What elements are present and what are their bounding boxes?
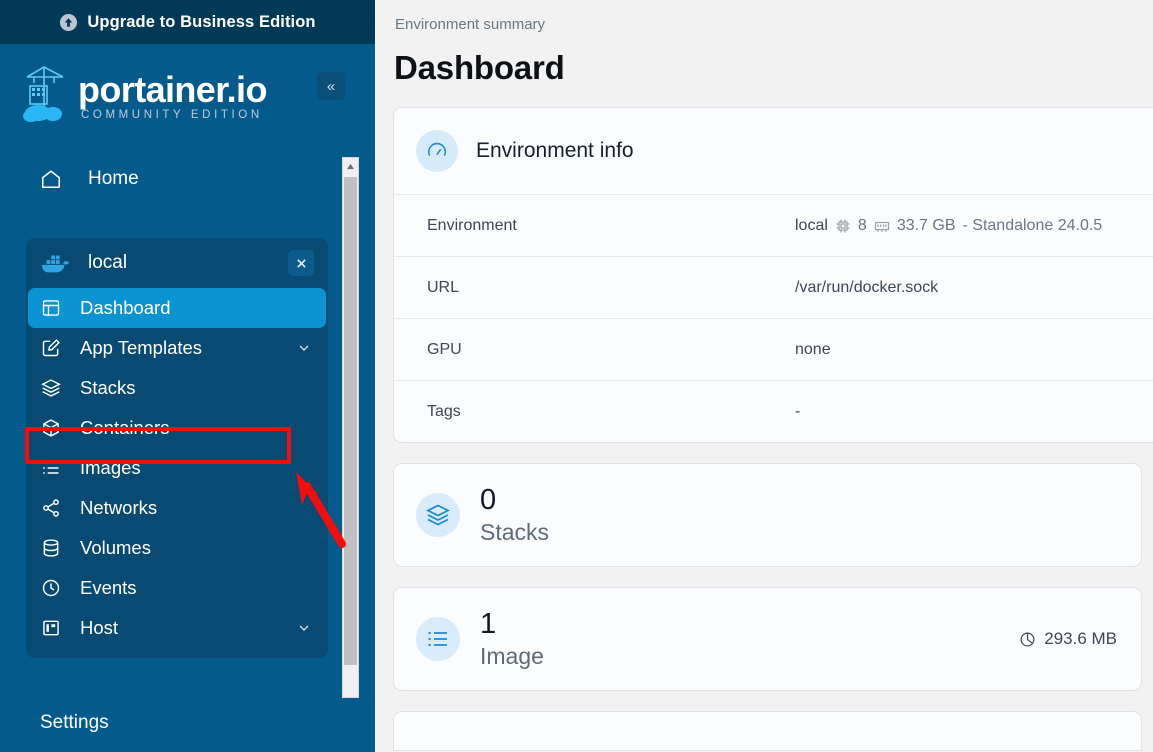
sidebar-item-host[interactable]: Host	[26, 608, 328, 648]
stat-card-images-size-value: 293.6 MB	[1044, 629, 1117, 649]
sidebar-item-events-label: Events	[80, 577, 328, 599]
scrollbar-thumb[interactable]	[344, 177, 357, 665]
dashboard-icon	[40, 297, 62, 319]
sidebar-item-app-templates-label: App Templates	[80, 337, 296, 359]
info-row-url: URL /var/run/docker.sock	[394, 256, 1153, 318]
list-icon	[416, 617, 460, 661]
stat-card-stacks-text: 0 Stacks	[480, 484, 1117, 547]
sidebar-item-networks-label: Networks	[80, 497, 328, 519]
info-value-environment: local 8 33.7 GB - Standalone 24.0.5	[795, 217, 1102, 235]
info-value-tags: -	[795, 403, 800, 421]
sidebar-item-containers-label: Containers	[80, 417, 328, 439]
environment-value: local	[795, 217, 828, 235]
brand-subtitle: COMMUNITY EDITION	[81, 109, 267, 121]
stat-card-partial-next[interactable]	[393, 711, 1142, 751]
edit-square-icon	[40, 337, 62, 359]
sidebar-item-events[interactable]: Events	[26, 568, 328, 608]
sidebar-item-host-label: Host	[80, 617, 296, 639]
environment-selector[interactable]: local	[26, 238, 328, 288]
info-label-environment: Environment	[427, 217, 795, 235]
sidebar-item-stacks[interactable]: Stacks	[26, 368, 328, 408]
page-title: Dashboard	[394, 49, 1153, 87]
server-icon	[40, 617, 62, 639]
ram-value: 33.7 GB	[897, 217, 956, 235]
sidebar-item-dashboard[interactable]: Dashboard	[28, 288, 326, 328]
clock-icon	[40, 577, 62, 599]
list-icon	[40, 457, 62, 479]
sidebar-item-stacks-label: Stacks	[80, 377, 328, 399]
environment-name: local	[88, 252, 288, 274]
stat-card-images-count: 1	[480, 608, 1019, 640]
sidebar: Upgrade to Business Edition	[0, 0, 375, 752]
share-nodes-icon	[40, 497, 62, 519]
upgrade-banner-label: Upgrade to Business Edition	[87, 13, 315, 32]
stat-card-images[interactable]: 1 Image 293.6 MB	[393, 587, 1142, 691]
stat-card-images-text: 1 Image	[480, 608, 1019, 671]
info-row-gpu: GPU none	[394, 318, 1153, 380]
sidebar-item-volumes-label: Volumes	[80, 537, 328, 559]
pie-chart-icon	[1019, 631, 1036, 648]
stat-card-stacks[interactable]: 0 Stacks	[393, 463, 1142, 567]
sidebar-item-containers[interactable]: Containers	[26, 408, 328, 448]
sidebar-item-dashboard-label: Dashboard	[80, 297, 326, 319]
sidebar-item-images[interactable]: Images	[26, 448, 328, 488]
close-icon	[295, 257, 308, 270]
stat-card-images-size: 293.6 MB	[1019, 629, 1117, 649]
sidebar-item-app-templates[interactable]: App Templates	[26, 328, 328, 368]
home-icon	[40, 168, 62, 190]
info-label-tags: Tags	[427, 403, 795, 421]
scrollbar-up-button[interactable]	[343, 158, 358, 175]
info-label-gpu: GPU	[427, 341, 795, 359]
sidebar-nav-scroll-area: Home local	[0, 146, 352, 752]
sidebar-item-volumes[interactable]: Volumes	[26, 528, 328, 568]
environment-suffix: - Standalone 24.0.5	[963, 217, 1103, 235]
layers-icon	[416, 493, 460, 537]
brand-header: portainer.io COMMUNITY EDITION «	[0, 44, 375, 146]
sidebar-collapse-button[interactable]: «	[317, 72, 345, 100]
cube-icon	[40, 417, 62, 439]
brand-name: portainer.io	[78, 70, 267, 110]
stat-card-images-label: Image	[480, 641, 1019, 671]
arrow-up-circle-icon	[59, 13, 78, 32]
environment-info-card-header: Environment info	[394, 108, 1153, 194]
info-row-environment: Environment local 8 33.7 GB - Standalone…	[394, 194, 1153, 256]
info-value-url: /var/run/docker.sock	[795, 279, 938, 297]
cpu-count: 8	[858, 217, 867, 235]
stat-card-stacks-label: Stacks	[480, 517, 1117, 547]
gauge-icon	[416, 130, 458, 172]
info-value-gpu: none	[795, 341, 831, 359]
sidebar-item-images-label: Images	[80, 457, 328, 479]
memory-stick-icon	[874, 218, 890, 234]
portainer-app: Upgrade to Business Edition	[0, 0, 1153, 752]
brand-text: portainer.io COMMUNITY EDITION	[78, 70, 267, 121]
environment-info-card: Environment info Environment local 8 33.…	[393, 107, 1153, 443]
sidebar-scrollbar[interactable]	[342, 157, 359, 698]
chevron-down-icon	[296, 340, 312, 356]
upgrade-to-business-edition-banner[interactable]: Upgrade to Business Edition	[0, 0, 375, 44]
environment-nav-group: local Dashboard	[26, 238, 328, 658]
sidebar-item-settings[interactable]: Settings	[40, 712, 109, 734]
breadcrumb: Environment summary	[395, 16, 1153, 33]
layers-icon	[40, 377, 62, 399]
docker-whale-icon	[40, 252, 70, 274]
stat-card-stacks-count: 0	[480, 484, 1117, 516]
chevron-double-left-icon: «	[327, 79, 335, 94]
info-label-url: URL	[427, 279, 795, 297]
triangle-up-icon	[346, 163, 355, 170]
info-row-tags: Tags -	[394, 380, 1153, 442]
sidebar-item-home[interactable]: Home	[0, 158, 352, 200]
portainer-crane-logo	[22, 64, 68, 126]
cpu-chip-icon	[835, 218, 851, 234]
environment-close-button[interactable]	[288, 250, 314, 276]
sidebar-item-networks[interactable]: Networks	[26, 488, 328, 528]
chevron-down-icon	[296, 620, 312, 636]
main-content: Environment summary Dashboard Environmen…	[375, 0, 1153, 752]
database-icon	[40, 537, 62, 559]
sidebar-item-home-label: Home	[88, 168, 139, 190]
environment-info-card-title: Environment info	[476, 139, 634, 163]
